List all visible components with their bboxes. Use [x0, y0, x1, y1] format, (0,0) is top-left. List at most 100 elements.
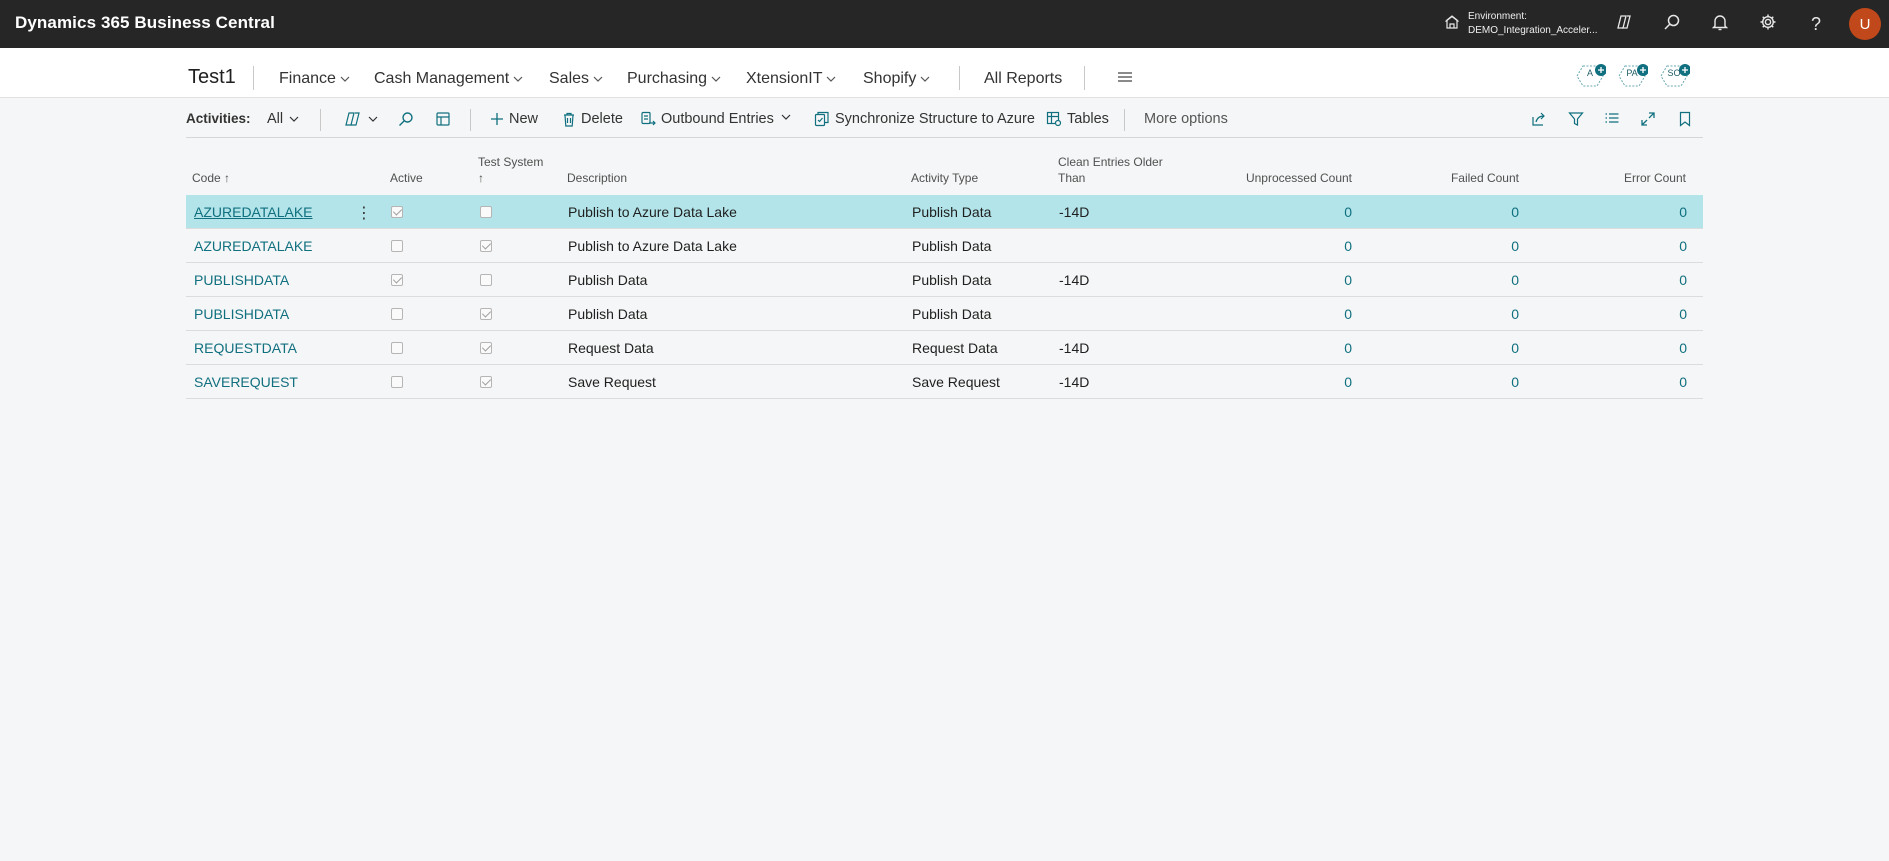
column-header-activity-type[interactable]: Activity Type [911, 170, 978, 186]
row-clean-entries[interactable]: -14D [1059, 272, 1089, 288]
row-active-checkbox[interactable] [391, 376, 403, 388]
row-active-checkbox[interactable] [391, 206, 403, 218]
outbound-entries-button[interactable]: Outbound Entries [640, 111, 774, 127]
app-title[interactable]: Dynamics 365 Business Central [15, 13, 275, 33]
row-description[interactable]: Save Request [568, 374, 656, 390]
row-activity-type[interactable]: Publish Data [912, 306, 991, 322]
notifications-button[interactable] [1708, 12, 1732, 36]
nav-shopify[interactable]: Shopify [863, 70, 931, 88]
row-error-count[interactable]: 0 [1536, 306, 1687, 322]
nav-all-reports[interactable]: All Reports [984, 70, 1062, 88]
row-description[interactable]: Request Data [568, 340, 654, 356]
row-error-count[interactable]: 0 [1536, 238, 1687, 254]
row-failed-count[interactable]: 0 [1366, 238, 1519, 254]
row-active-checkbox[interactable] [391, 308, 403, 320]
view-filter-dropdown[interactable]: All [267, 111, 300, 127]
row-code-link[interactable]: SAVEREQUEST [194, 374, 298, 390]
row-failed-count[interactable]: 0 [1366, 204, 1519, 220]
row-unprocessed-count[interactable]: 0 [1186, 374, 1352, 390]
row-test-system-checkbox[interactable] [480, 342, 492, 354]
row-code-link[interactable]: PUBLISHDATA [194, 306, 289, 322]
row-activity-type[interactable]: Publish Data [912, 238, 991, 254]
nav-cash-management[interactable]: Cash Management [374, 70, 524, 88]
delete-button[interactable]: Delete [562, 111, 623, 127]
table-row[interactable]: REQUESTDATA Request Data Request Data -14D 0… [186, 331, 1703, 365]
environment-indicator[interactable]: Environment: DEMO_Integration_Acceler... [1444, 10, 1598, 38]
row-code-link[interactable]: AZUREDATALAKE [194, 204, 313, 220]
row-code-link[interactable]: AZUREDATALAKE [194, 238, 313, 254]
table-row[interactable]: PUBLISHDATA Publish Data Publish Data 0 0 0 [186, 297, 1703, 331]
settings-button[interactable] [1756, 12, 1780, 36]
column-header-active[interactable]: Active [390, 170, 423, 186]
nav-xtensionit[interactable]: XtensionIT [746, 70, 837, 88]
column-header-clean-entries[interactable]: Clean Entries Older Than [1058, 154, 1163, 186]
row-activity-type[interactable]: Save Request [912, 374, 1000, 390]
table-row[interactable]: AZUREDATALAKE Publish to Azure Data Lake P… [186, 229, 1703, 263]
user-avatar[interactable]: U [1849, 8, 1881, 40]
column-header-error-count[interactable]: Error Count [1536, 170, 1686, 186]
column-header-code[interactable]: Code ↑ [192, 170, 230, 186]
row-failed-count[interactable]: 0 [1366, 272, 1519, 288]
row-unprocessed-count[interactable]: 0 [1186, 340, 1352, 356]
expand-button[interactable] [1640, 111, 1656, 127]
row-unprocessed-count[interactable]: 0 [1186, 238, 1352, 254]
search-list-button[interactable] [398, 111, 414, 127]
nav-sales[interactable]: Sales [549, 70, 604, 88]
row-description[interactable]: Publish Data [568, 272, 647, 288]
row-activity-type[interactable]: Publish Data [912, 204, 991, 220]
row-description[interactable]: Publish to Azure Data Lake [568, 204, 737, 220]
column-header-failed-count[interactable]: Failed Count [1366, 170, 1519, 186]
row-test-system-checkbox[interactable] [480, 308, 492, 320]
row-failed-count[interactable]: 0 [1366, 340, 1519, 356]
row-unprocessed-count[interactable]: 0 [1186, 204, 1352, 220]
column-header-unprocessed-count[interactable]: Unprocessed Count [1186, 170, 1352, 186]
edit-list-button[interactable] [435, 111, 451, 127]
row-error-count[interactable]: 0 [1536, 374, 1687, 390]
role-badge-pa[interactable]: PA [1618, 60, 1648, 90]
copilot-button[interactable] [1612, 12, 1636, 36]
table-row[interactable]: SAVEREQUEST Save Request Save Request -14D 0… [186, 365, 1703, 399]
table-row[interactable]: AZUREDATALAKE ⋮ Publish to Azure Data Lake… [186, 195, 1703, 229]
row-clean-entries[interactable]: -14D [1059, 204, 1089, 220]
row-code-link[interactable]: PUBLISHDATA [194, 272, 289, 288]
more-options-button[interactable]: More options [1144, 111, 1228, 127]
nav-finance[interactable]: Finance [279, 70, 351, 88]
row-description[interactable]: Publish to Azure Data Lake [568, 238, 737, 254]
new-button[interactable]: New [490, 111, 538, 127]
row-unprocessed-count[interactable]: 0 [1186, 272, 1352, 288]
copilot-action-button[interactable] [344, 111, 379, 127]
row-failed-count[interactable]: 0 [1366, 374, 1519, 390]
column-header-description[interactable]: Description [567, 170, 627, 186]
row-error-count[interactable]: 0 [1536, 272, 1687, 288]
row-active-checkbox[interactable] [391, 342, 403, 354]
role-badge-a[interactable]: A [1576, 60, 1606, 90]
row-description[interactable]: Publish Data [568, 306, 647, 322]
row-failed-count[interactable]: 0 [1366, 306, 1519, 322]
row-clean-entries[interactable]: -14D [1059, 340, 1089, 356]
tables-button[interactable]: Tables [1046, 111, 1109, 127]
nav-purchasing[interactable]: Purchasing [627, 70, 722, 88]
help-button[interactable]: ? [1804, 12, 1828, 36]
row-test-system-checkbox[interactable] [480, 274, 492, 286]
row-active-checkbox[interactable] [391, 274, 403, 286]
filter-pane-button[interactable] [1568, 111, 1584, 127]
row-code-link[interactable]: REQUESTDATA [194, 340, 297, 356]
company-name[interactable]: Test1 [188, 66, 236, 89]
row-actions-ellipsis-icon[interactable]: ⋮ [356, 203, 372, 223]
bookmark-button[interactable] [1678, 111, 1692, 127]
row-clean-entries[interactable]: -14D [1059, 374, 1089, 390]
more-navigation-button[interactable] [1117, 70, 1133, 89]
role-badge-so[interactable]: SO [1660, 60, 1690, 90]
synchronize-structure-button[interactable]: Synchronize Structure to Azure [814, 111, 1035, 127]
row-unprocessed-count[interactable]: 0 [1186, 306, 1352, 322]
row-test-system-checkbox[interactable] [480, 376, 492, 388]
search-button[interactable] [1660, 12, 1684, 36]
row-activity-type[interactable]: Request Data [912, 340, 998, 356]
column-header-test-system[interactable]: Test System ↑ [478, 154, 543, 186]
outbound-entries-dropdown[interactable] [780, 111, 792, 123]
row-error-count[interactable]: 0 [1536, 340, 1687, 356]
list-view-button[interactable] [1604, 111, 1620, 127]
row-test-system-checkbox[interactable] [480, 240, 492, 252]
share-button[interactable] [1531, 111, 1547, 127]
row-active-checkbox[interactable] [391, 240, 403, 252]
